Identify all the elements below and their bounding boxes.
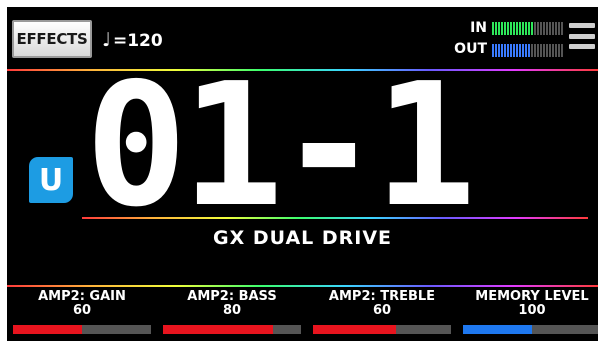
meter-segment [561,44,563,57]
param-level-fill [13,325,82,334]
param-knob-1[interactable]: AMP2: GAIN 60 [13,289,151,334]
meter-segment [534,44,536,57]
param-knob-4[interactable]: MEMORY LEVEL 100 [463,289,598,334]
meter-segment [501,44,503,57]
meter-segment [525,44,527,57]
meter-segment [516,22,518,35]
meter-segment [540,44,542,57]
param-level-fill [163,325,274,334]
meter-segment [519,44,521,57]
param-value: 60 [372,303,392,318]
meter-segment [492,44,494,57]
meter-segment [531,22,533,35]
meter-segment [555,22,557,35]
patch-number[interactable]: 01-1 [85,61,476,231]
meter-segment [513,22,515,35]
input-meter-label: IN [470,20,487,36]
meter-segment [522,44,524,57]
meter-segment [534,22,536,35]
meter-segment [558,44,560,57]
meter-segment [507,44,509,57]
meter-segment [552,44,554,57]
param-level-fill [463,325,532,334]
meter-segment [501,22,503,35]
meter-segment [543,44,545,57]
meter-segment [492,22,494,35]
input-level-meter [492,22,563,35]
param-knob-2[interactable]: AMP2: BASS 80 [163,289,301,334]
param-name: MEMORY LEVEL [475,289,589,304]
meter-segment [546,44,548,57]
meter-segment [555,44,557,57]
meter-segment [537,22,539,35]
meter-segment [558,22,560,35]
meter-segment [495,44,497,57]
meter-segment [510,22,512,35]
divider-line [82,217,588,219]
output-level-meter [492,44,563,57]
meter-segment [516,44,518,57]
meter-segment [495,22,497,35]
meter-segment [540,22,542,35]
param-level-bar [313,325,451,334]
param-level-bar [13,325,151,334]
meter-segment [528,44,530,57]
meter-segment [522,22,524,35]
meter-segment [531,44,533,57]
divider-line [7,285,598,287]
param-level-fill [313,325,396,334]
user-bank-badge: U [29,157,73,203]
meter-segment [549,22,551,35]
meter-segment [525,22,527,35]
meter-segment [513,44,515,57]
meter-segment [498,44,500,57]
param-name: AMP2: BASS [187,289,277,304]
param-value: 80 [222,303,242,318]
menu-icon[interactable] [569,23,595,49]
param-level-bar [163,325,301,334]
meter-segment [507,22,509,35]
param-value: 100 [518,303,546,318]
meter-segment [546,22,548,35]
param-value: 60 [72,303,92,318]
meter-segment [549,44,551,57]
param-level-bar [463,325,598,334]
bank-badge-label: U [38,162,64,198]
param-name: AMP2: TREBLE [328,289,436,304]
meter-segment [510,44,512,57]
meter-segment [504,44,506,57]
meter-segment [543,22,545,35]
meter-segment [504,22,506,35]
param-knob-3[interactable]: AMP2: TREBLE 60 [313,289,451,334]
meter-segment [498,22,500,35]
meter-segment [561,22,563,35]
patch-name[interactable]: GX DUAL DRIVE [7,227,598,249]
meter-segment [552,22,554,35]
display-screen: EFFECTS ♩ =120 IN OUT U 01-1 GX DUAL DRIV… [7,7,598,341]
meter-segment [537,44,539,57]
effects-button[interactable]: EFFECTS [12,20,92,58]
meter-segment [519,22,521,35]
meter-segment [528,22,530,35]
param-name: AMP2: GAIN [38,289,126,304]
